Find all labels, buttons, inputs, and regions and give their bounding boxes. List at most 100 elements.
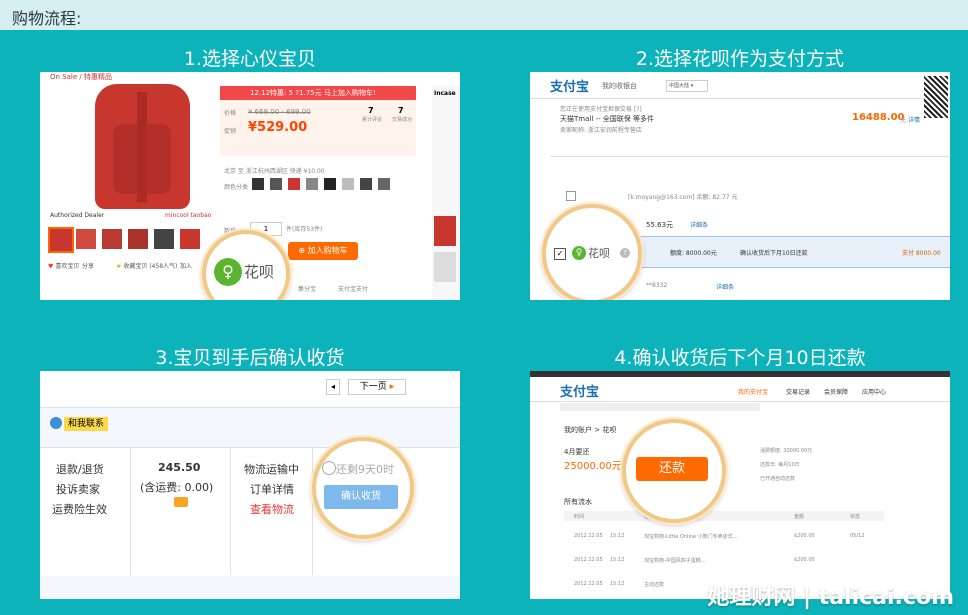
thumb-6[interactable] bbox=[180, 229, 200, 249]
huabei-label: 花呗 bbox=[244, 263, 275, 281]
nav-apps[interactable]: 应用中心 bbox=[862, 387, 886, 396]
prev-page-button[interactable]: ◂ bbox=[326, 379, 340, 395]
huabei-option-magnifier: ✓ ♀ 花呗 ? bbox=[542, 204, 642, 300]
thumb-4[interactable] bbox=[128, 229, 148, 249]
row4-link[interactable]: 详细条 bbox=[716, 282, 734, 291]
panel-cashier: 支付宝 我的收银台 中国大陆 ▾ 您正在使用支付宝担保交易 [?] 天猫Tmal… bbox=[530, 72, 950, 300]
detail-link[interactable]: 详情 bbox=[908, 115, 920, 124]
alipay-logo: 支付宝 bbox=[550, 80, 590, 95]
seller-name: 卖家昵称: 浙江安润前程专营店 bbox=[560, 127, 642, 134]
region-select[interactable]: 中国大陆 ▾ bbox=[666, 80, 708, 92]
view-logistics-link[interactable]: 查看物流 bbox=[250, 501, 294, 517]
order-freight: (含运费: 0.00) bbox=[140, 481, 214, 494]
clock-icon bbox=[322, 461, 336, 475]
watermark-logo: 她理财网 | talicai.com bbox=[707, 585, 954, 610]
logistics-status: 物流运输中 bbox=[244, 463, 299, 476]
order-line: 您正在使用支付宝担保交易 [?] bbox=[560, 106, 642, 113]
alipay-label: 支付宝支付 bbox=[338, 286, 369, 293]
add-to-cart-button[interactable]: ⊕ 加入购物车 bbox=[288, 242, 358, 260]
color-swatches[interactable] bbox=[252, 178, 402, 192]
promo-bar: 12.12特惠: 5 ?1.75元 马上加入购物车! bbox=[220, 86, 416, 100]
huabei-logo-icon: ♀ bbox=[214, 258, 242, 286]
huabei-option-label: 花呗 bbox=[588, 247, 610, 260]
stock-label: 件(库存53件) bbox=[286, 226, 323, 233]
help-icon[interactable]: ? bbox=[620, 248, 630, 258]
qr-code bbox=[924, 76, 948, 118]
price-old: ¥ 669.00 - 699.00 bbox=[248, 108, 311, 116]
table-row: 2012.12.05 15:12 淘宝购物-中国风四子蛋糕… $200.00 bbox=[574, 557, 815, 564]
table-row: 2012.12.05 15:12 淘宝购物-Little Online 小熊门专… bbox=[574, 533, 865, 540]
count-reviews-label: 累计评论 bbox=[362, 117, 383, 123]
pay-amount: 支付 8000.00 bbox=[902, 250, 941, 257]
count-sold: 7 bbox=[398, 106, 404, 115]
step-1-title: 1.选择心仪宝贝 bbox=[183, 48, 317, 70]
contact-seller[interactable]: 和我联系 bbox=[64, 417, 109, 431]
row2-link[interactable]: 详细条 bbox=[690, 220, 708, 229]
my-alipay-nav[interactable]: 我的支付宝 bbox=[738, 387, 768, 396]
promo-label: 促销 bbox=[224, 128, 237, 135]
brand-label: mincool taobao bbox=[165, 212, 212, 219]
panel-repay: 支付宝 我的支付宝 交易记录 会员保障 应用中心 我的账户 > 花呗 4月要还 … bbox=[530, 371, 950, 599]
row2-amount: 55.63元 bbox=[646, 221, 674, 229]
account-balance: [k.moyang@163.com] 余额: 82.77 元 bbox=[628, 194, 738, 201]
balance-checkbox[interactable] bbox=[566, 191, 576, 201]
color-label: 颜色分类 bbox=[224, 184, 249, 191]
sidebar: Incase bbox=[432, 86, 460, 300]
next-page-button[interactable]: 下一页 ▸ bbox=[348, 379, 406, 395]
panel-product: On Sale / 特惠精品 Authorized Dealer mincool… bbox=[40, 72, 460, 300]
due-label: 4月要还 bbox=[564, 448, 590, 456]
count-sold-label: 交易成功 bbox=[392, 117, 413, 123]
confirm-next-month: 确认收货后下月10日还款 bbox=[740, 250, 808, 257]
repay-date: 还款日: 每月10日 bbox=[760, 462, 800, 468]
link-favorite[interactable]: ★ 收藏宝贝 (458人气) bbox=[116, 261, 177, 270]
nav-transactions[interactable]: 交易记录 bbox=[786, 387, 810, 396]
freight-insurance: 运费险生效 bbox=[52, 503, 107, 516]
all-flow: 所有流水 bbox=[564, 498, 592, 506]
page-title: 购物流程: bbox=[12, 9, 82, 28]
cashier-header bbox=[530, 72, 950, 99]
credit-limit: 额度: 8000.00元 bbox=[670, 250, 717, 257]
flow-table-header: 时间 名称 金额 状态 bbox=[564, 511, 884, 521]
huabei-check-icon: ✓ bbox=[554, 248, 566, 260]
sale-label: On Sale / 特惠精品 bbox=[50, 73, 112, 81]
credit-limit: 消费额度: 30000.00元 bbox=[760, 448, 813, 454]
repay-magnifier: 还款 bbox=[622, 419, 726, 523]
card-icon bbox=[174, 497, 188, 507]
huabei-magnifier: ♀ 花呗 bbox=[202, 230, 290, 300]
due-amount: 25000.00元 bbox=[564, 461, 622, 472]
thumb-5[interactable] bbox=[154, 229, 174, 249]
price-label: 价格 bbox=[224, 110, 237, 117]
link-like[interactable]: ♥ 喜欢宝贝 bbox=[48, 261, 79, 270]
contact-icon bbox=[50, 417, 62, 429]
huabei-logo-icon: ♀ bbox=[572, 246, 586, 260]
auto-repay: 已开通自动还款 bbox=[760, 476, 796, 482]
jifenbao-label: 集分宝 bbox=[298, 286, 317, 293]
page-header: 购物流程: bbox=[0, 0, 968, 30]
complaint-link[interactable]: 投诉卖家 bbox=[56, 481, 100, 497]
row4-card: **8332 bbox=[646, 282, 668, 289]
step-2-title: 2.选择花呗作为支付方式 bbox=[635, 48, 845, 70]
account-breadcrumb: 我的账户 > 花呗 bbox=[564, 426, 617, 434]
repay-button[interactable]: 还款 bbox=[636, 457, 708, 481]
confirm-receipt-button[interactable]: 确认收货 bbox=[324, 485, 398, 509]
chevron-right-icon: ▸ bbox=[389, 382, 395, 392]
panel-order: ◂ 下一页 ▸ 和我联系 退款/退货 投诉卖家 运费险生效 245.50 (含运… bbox=[40, 371, 460, 599]
link-share[interactable]: 分享 bbox=[82, 261, 94, 270]
nav-member[interactable]: 会员保障 bbox=[824, 387, 848, 396]
refund-link[interactable]: 退款/退货 bbox=[56, 461, 104, 477]
order-amount: 245.50 bbox=[158, 461, 201, 474]
link-add[interactable]: 加入 bbox=[180, 261, 192, 270]
thumb-1[interactable] bbox=[48, 227, 74, 253]
step-3-title: 3.宝贝到手后确认收货 bbox=[155, 347, 345, 369]
thumb-3[interactable] bbox=[102, 229, 122, 249]
order-amount: 16488.00 bbox=[852, 112, 905, 123]
dealer-label: Authorized Dealer bbox=[50, 212, 105, 219]
chevron-left-icon: ◂ bbox=[330, 382, 335, 391]
price-new: ¥529.00 bbox=[248, 120, 308, 135]
thumb-2[interactable] bbox=[76, 229, 96, 249]
alipay-logo: 支付宝 bbox=[560, 385, 600, 400]
backpack-image bbox=[95, 84, 190, 209]
order-detail-link[interactable]: 订单详情 bbox=[250, 481, 294, 497]
shipping-info: 北京 至 浙江杭州西湖区 快递 ¥10.00 bbox=[224, 168, 325, 175]
remaining-time: 还剩9天0时 bbox=[336, 463, 394, 476]
